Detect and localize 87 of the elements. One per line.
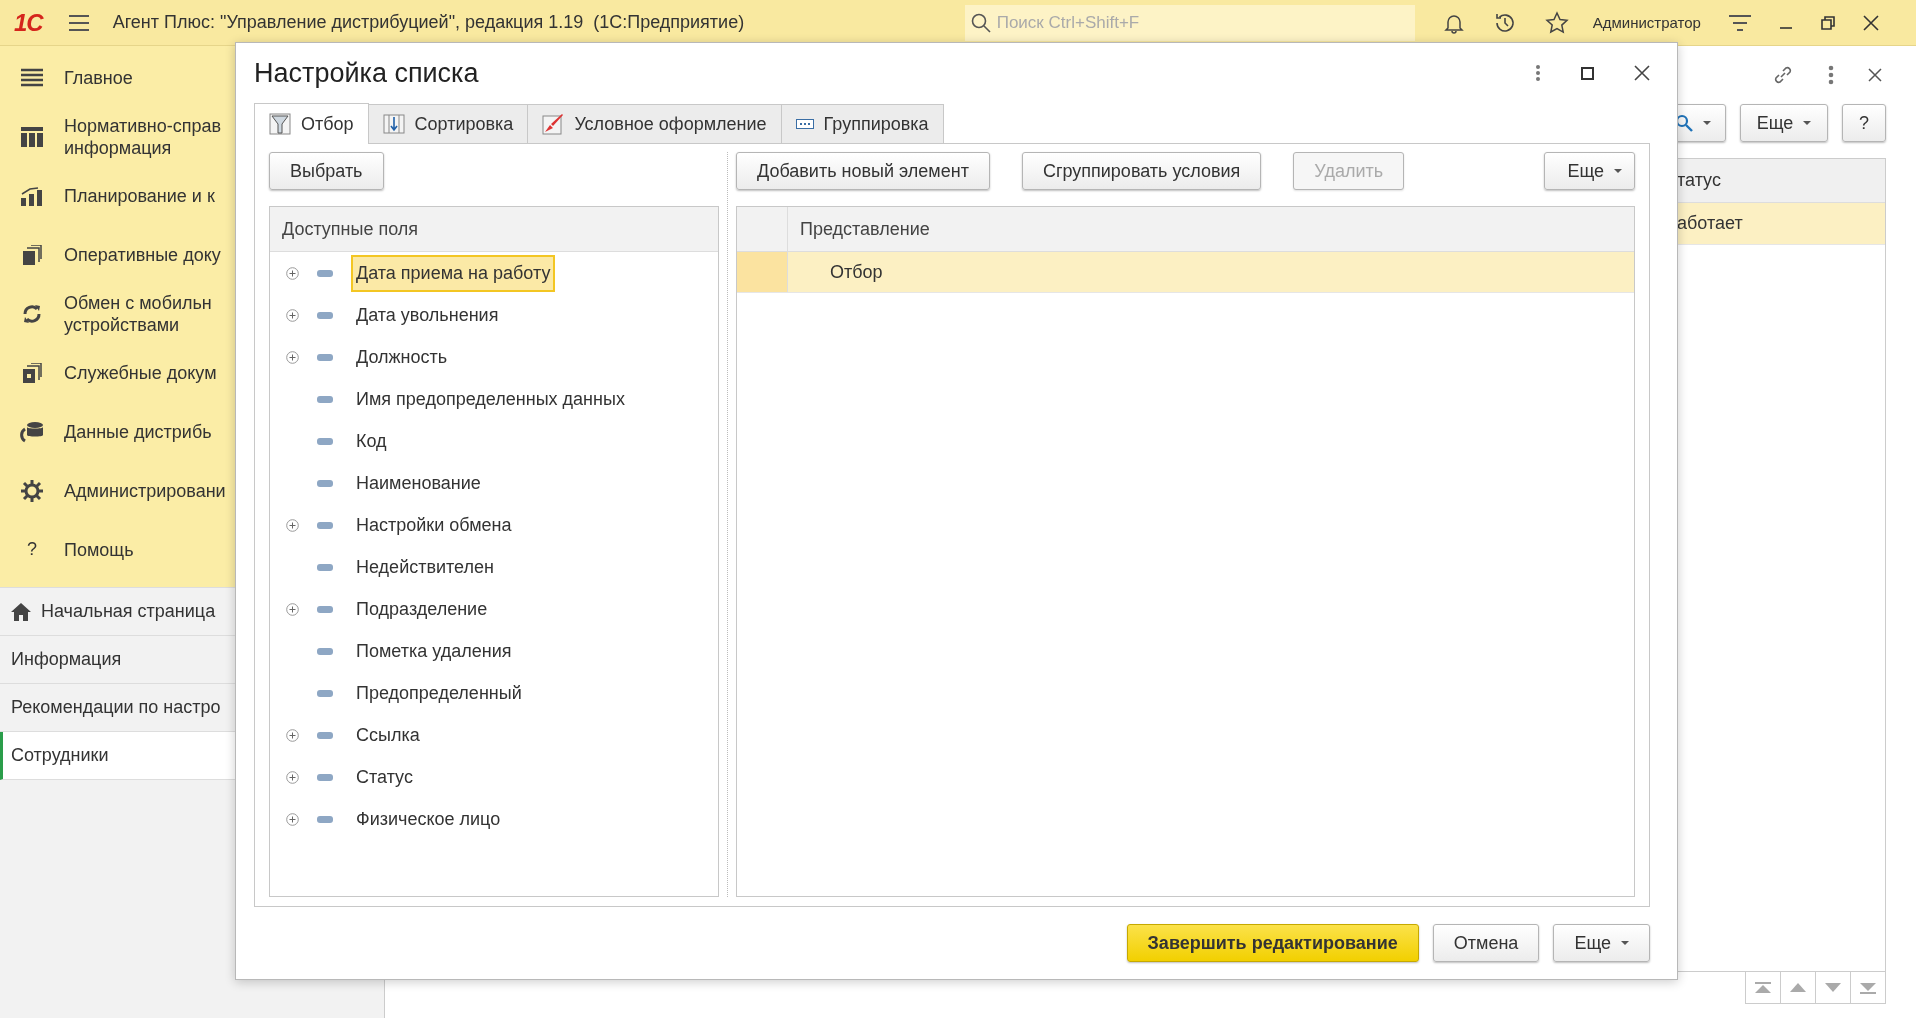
close-icon[interactable] <box>1862 14 1879 31</box>
field-icon <box>317 437 333 445</box>
user-name[interactable]: Администратор <box>1592 14 1701 31</box>
toolbar-button[interactable]: Добавить новый элемент <box>736 152 990 190</box>
field-item[interactable]: Имя предопределенных данных <box>351 380 630 418</box>
field-item[interactable]: Должность <box>351 338 453 376</box>
brush-icon <box>542 113 565 135</box>
search-icon <box>1675 114 1693 132</box>
more-icon[interactable] <box>1535 64 1541 82</box>
more-icon[interactable] <box>1828 65 1834 85</box>
close-icon[interactable] <box>1868 68 1882 82</box>
expand-icon[interactable] <box>286 602 299 616</box>
caret-icon <box>1803 121 1812 125</box>
field-icon <box>317 815 333 823</box>
help-button[interactable]: ? <box>1842 104 1886 142</box>
field-item[interactable]: Недействителен <box>351 548 499 586</box>
tab[interactable]: Сортировка <box>367 104 529 143</box>
restore-icon[interactable] <box>1820 15 1835 30</box>
select-button[interactable]: Выбрать <box>269 152 384 190</box>
expand-icon[interactable] <box>286 350 299 364</box>
menu-icon <box>21 67 43 88</box>
search-icon <box>970 12 991 33</box>
maximize-icon[interactable] <box>1581 66 1594 80</box>
tab[interactable]: Отбор <box>254 103 369 144</box>
sort-icon <box>382 113 405 135</box>
home-icon <box>11 602 31 621</box>
list-header: Доступные поля <box>270 207 718 252</box>
field-item[interactable]: Дата приема на работу <box>351 254 556 292</box>
field-icon <box>317 647 333 655</box>
field-icon <box>317 689 333 697</box>
expand-icon[interactable] <box>286 770 299 784</box>
menu-icon[interactable] <box>68 14 89 31</box>
field-item[interactable]: Дата увольнения <box>351 296 504 334</box>
expand-icon[interactable] <box>286 266 299 280</box>
sync-icon <box>21 302 43 325</box>
field-icon <box>317 395 333 403</box>
more-button[interactable]: Еще <box>1740 104 1828 142</box>
window-title: Агент Плюс: "Управление дистрибуцией", редакция 1.19 (1С:Предприятие) <box>112 12 746 33</box>
more-button[interactable]: Еще <box>1553 924 1650 962</box>
field-icon <box>317 479 333 487</box>
column-header[interactable]: Представление <box>800 218 930 240</box>
cancel-button[interactable]: Отмена <box>1432 924 1540 962</box>
field-item[interactable]: Настройки обмена <box>351 506 517 544</box>
toolbar-button[interactable]: Сгруппировать условия <box>1021 152 1262 190</box>
dialog-title: Настройка списка <box>254 57 480 89</box>
filter-icon <box>269 113 291 135</box>
database-icon <box>20 420 44 443</box>
last-icon <box>1860 981 1876 994</box>
link-icon[interactable] <box>1772 64 1794 86</box>
field-icon <box>317 563 333 571</box>
field-item[interactable]: Наименование <box>351 464 486 502</box>
caret-icon <box>1703 121 1711 125</box>
finish-button[interactable]: Завершить редактирование <box>1126 924 1419 962</box>
expand-icon[interactable] <box>286 518 299 532</box>
field-icon <box>317 353 333 361</box>
search-field[interactable]: Поиск Ctrl+Shift+F <box>964 4 1415 41</box>
field-icon <box>317 773 333 781</box>
field-icon <box>317 731 333 739</box>
columns-icon <box>21 126 43 147</box>
expand-icon[interactable] <box>286 812 299 826</box>
star-icon[interactable] <box>1544 10 1569 35</box>
caret-icon <box>1614 169 1622 173</box>
grouping-icon <box>795 119 814 129</box>
expand-icon[interactable] <box>286 728 299 742</box>
toolbar-button[interactable]: Еще <box>1544 152 1635 190</box>
field-item[interactable]: Код <box>351 422 392 460</box>
table-row[interactable]: Отбор <box>737 252 1634 293</box>
tab[interactable]: Группировка <box>780 104 944 143</box>
up-icon <box>1790 983 1806 992</box>
down-icon <box>1825 983 1841 992</box>
close-icon[interactable] <box>1634 65 1650 81</box>
gear-icon <box>21 479 43 502</box>
field-icon <box>317 605 333 613</box>
field-icon <box>317 311 333 319</box>
chart-icon <box>21 185 43 206</box>
documents-icon <box>21 244 43 265</box>
help-icon: ? <box>27 539 37 560</box>
field-icon <box>317 269 333 277</box>
first-icon <box>1755 981 1771 994</box>
tab[interactable]: Условное оформление <box>527 104 782 143</box>
settings-icon[interactable] <box>1728 13 1751 32</box>
caret-icon <box>1621 941 1629 945</box>
field-icon <box>317 521 333 529</box>
expand-icon[interactable] <box>286 308 299 322</box>
field-item[interactable]: Физическое лицо <box>351 800 506 838</box>
documents-icon <box>21 362 43 383</box>
logo: 1С <box>14 8 43 37</box>
